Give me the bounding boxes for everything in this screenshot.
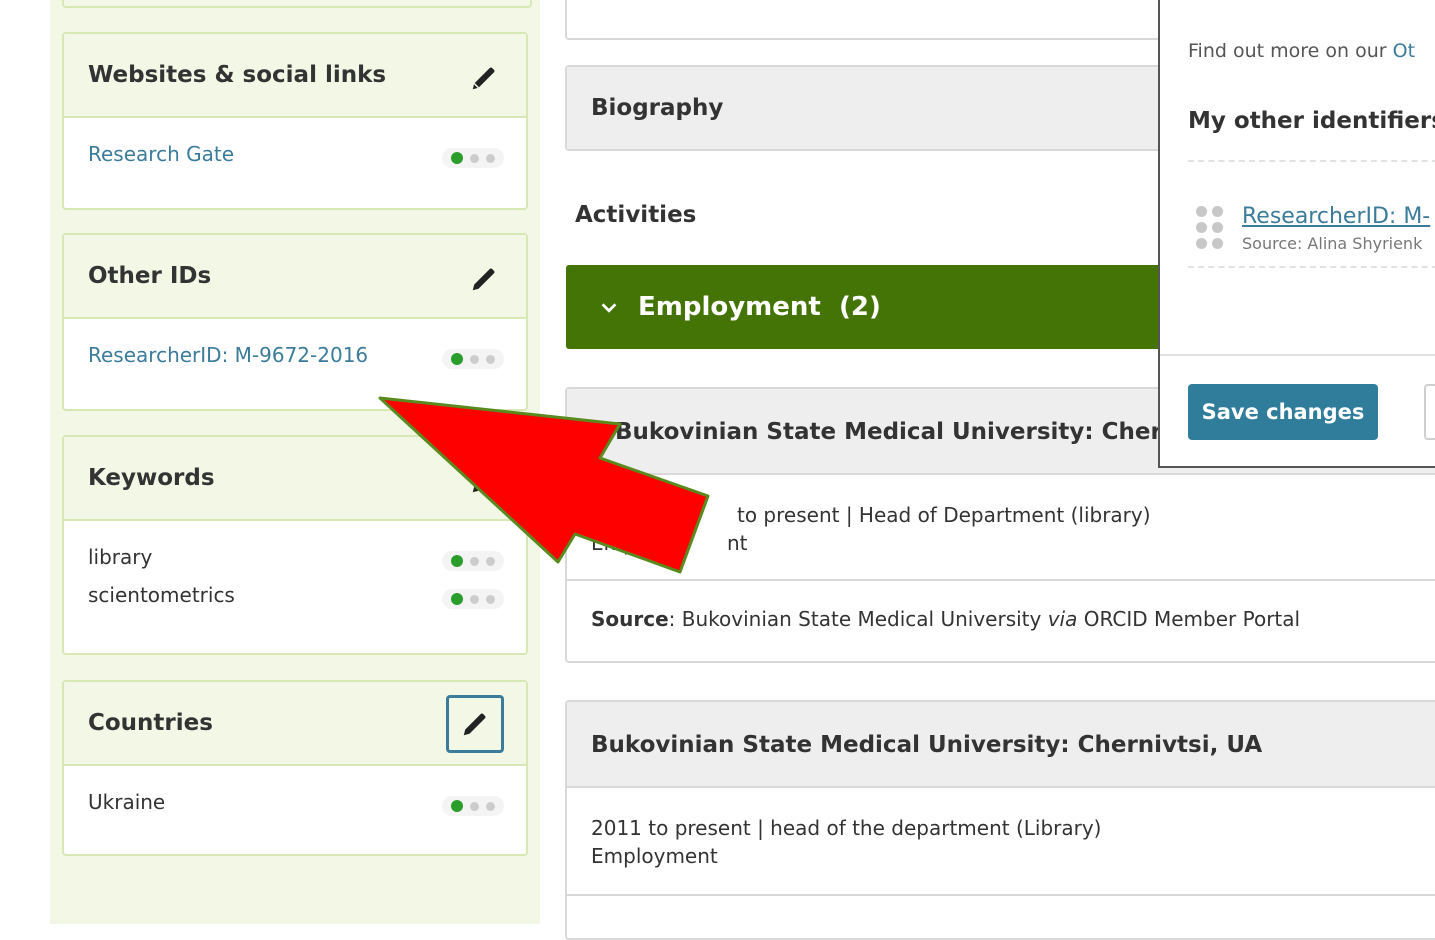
keyword-label: scientometrics bbox=[88, 583, 235, 607]
keywords-card-header: Keywords bbox=[64, 437, 526, 521]
employment-count: (2) bbox=[838, 292, 881, 322]
visibility-dots-icon bbox=[442, 589, 504, 609]
entry-details: 2011 to present | head of the department… bbox=[567, 788, 1435, 896]
biography-title: Biography bbox=[591, 95, 724, 121]
entry-type: Employment bbox=[591, 844, 718, 868]
cancel-button[interactable] bbox=[1424, 384, 1435, 440]
keyword-row: library bbox=[64, 521, 526, 571]
drag-handle-icon[interactable] bbox=[1196, 206, 1226, 254]
keywords-card: Keywords library scientometrics bbox=[62, 435, 528, 655]
other-ids-card-header: Other IDs bbox=[64, 235, 526, 319]
source-portal: ORCID Member Portal bbox=[1077, 607, 1301, 631]
visibility-dots-icon bbox=[442, 148, 504, 168]
modal-title: My other identifiers bbox=[1188, 108, 1435, 134]
researcher-id-link[interactable]: ResearcherID: M-9672-2016 bbox=[88, 343, 368, 367]
websites-title: Websites & social links bbox=[88, 62, 387, 88]
sidebar-card-stub bbox=[62, 0, 532, 8]
modal-identifier-link[interactable]: ResearcherID: M- bbox=[1242, 204, 1430, 229]
countries-card: Countries Ukraine bbox=[62, 680, 528, 856]
find-out-link[interactable]: Ot bbox=[1393, 40, 1415, 62]
entry-type-partial: Emp bbox=[591, 531, 636, 555]
entry-source-text: Source: Bukovinian State Medical Univers… bbox=[591, 607, 1300, 631]
activities-heading: Activities bbox=[575, 202, 697, 228]
modal-divider bbox=[1188, 160, 1435, 162]
employment-entry: Bukovinian State Medical University: Che… bbox=[565, 700, 1435, 940]
entry-header: Bukovinian State Medical University: Che… bbox=[567, 702, 1435, 788]
modal-find-out-text: Find out more on our Ot bbox=[1188, 40, 1415, 62]
other-ids-edit-button[interactable] bbox=[464, 259, 504, 299]
countries-card-header: Countries bbox=[64, 682, 526, 766]
pencil-icon bbox=[472, 268, 495, 291]
entry-org: Bukovinian State Medical University: Che… bbox=[615, 419, 1234, 445]
employment-label: Employment (2) bbox=[638, 292, 881, 322]
entry-source: Source: Bukovinian State Medical Univers… bbox=[567, 581, 1435, 665]
countries-title: Countries bbox=[88, 710, 213, 736]
source-org: : Bukovinian State Medical University bbox=[668, 607, 1048, 631]
visibility-dots-icon bbox=[442, 796, 504, 816]
pencil-icon bbox=[472, 470, 495, 493]
keywords-edit-button[interactable] bbox=[464, 461, 504, 501]
source-via: via bbox=[1047, 607, 1078, 631]
country-label: Ukraine bbox=[88, 790, 166, 814]
countries-edit-button[interactable] bbox=[446, 695, 504, 753]
websites-row: Research Gate bbox=[64, 118, 526, 168]
keywords-title: Keywords bbox=[88, 465, 215, 491]
other-ids-row: ResearcherID: M-9672-2016 bbox=[64, 319, 526, 369]
pencil-icon bbox=[463, 713, 486, 736]
other-ids-card: Other IDs ResearcherID: M-9672-2016 bbox=[62, 233, 528, 411]
pencil-icon bbox=[472, 67, 495, 90]
other-identifiers-modal: Find out more on our Ot My other identif… bbox=[1158, 0, 1435, 468]
visibility-dots-icon bbox=[442, 349, 504, 369]
keyword-row: scientometrics bbox=[64, 563, 526, 609]
employment-title: Employment bbox=[638, 292, 821, 322]
entry-dates-role: to present | Head of Department (library… bbox=[737, 503, 1151, 527]
modal-divider bbox=[1188, 266, 1435, 268]
modal-footer bbox=[1160, 354, 1435, 356]
chevron-down-icon bbox=[601, 303, 617, 313]
country-row: Ukraine bbox=[64, 766, 526, 816]
modal-identifier-source: Source: Alina Shyrienk bbox=[1242, 234, 1423, 253]
entry-org: Bukovinian State Medical University: Che… bbox=[591, 732, 1263, 758]
other-ids-title: Other IDs bbox=[88, 263, 212, 289]
entry-dates-role: 2011 to present | head of the department… bbox=[591, 816, 1102, 840]
research-gate-link[interactable]: Research Gate bbox=[88, 142, 234, 166]
entry-details: to present | Head of Department (library… bbox=[567, 475, 1435, 581]
save-changes-button[interactable]: Save changes bbox=[1188, 384, 1378, 440]
websites-card-header: Websites & social links bbox=[64, 34, 526, 118]
websites-card: Websites & social links Research Gate bbox=[62, 32, 528, 210]
websites-edit-button[interactable] bbox=[464, 58, 504, 98]
find-out-label: Find out more on our bbox=[1188, 40, 1393, 62]
entry-type-partial-end: nt bbox=[727, 531, 748, 555]
source-label: Source bbox=[591, 607, 669, 631]
